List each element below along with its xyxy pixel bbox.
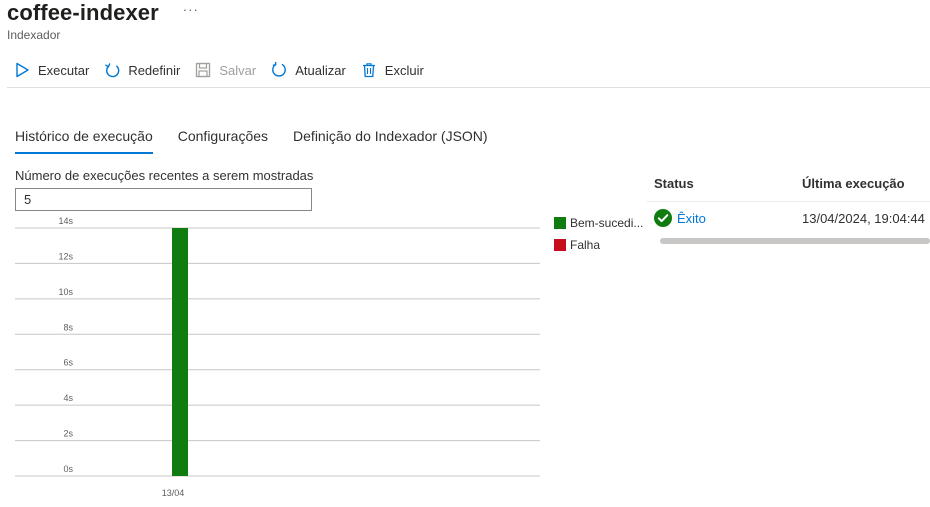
legend-label-success: Bem-sucedi...: [570, 216, 644, 230]
delete-label: Excluir: [384, 62, 424, 78]
y-tick-label: 14s: [58, 216, 73, 226]
toolbar-divider: [7, 87, 930, 88]
success-check-icon: [654, 209, 672, 227]
legend-swatch-failure: [554, 239, 566, 251]
tab-settings[interactable]: Configurações: [178, 128, 268, 154]
save-label: Salvar: [219, 62, 257, 78]
table-row-status: Êxito: [654, 209, 706, 227]
page-subtitle: Indexador: [7, 28, 61, 42]
legend-label-failure: Falha: [570, 238, 601, 252]
save-button[interactable]: Salvar: [195, 62, 256, 78]
column-header-last-run[interactable]: Última execução: [802, 176, 905, 191]
recent-runs-label: Número de execuções recentes a serem mos…: [15, 168, 314, 183]
more-options-button[interactable]: ···: [183, 2, 199, 17]
play-icon: [16, 62, 29, 78]
y-tick-label: 2s: [63, 429, 73, 439]
horizontal-scrollbar[interactable]: [660, 238, 930, 244]
legend-item-failure[interactable]: Falha: [554, 238, 643, 252]
column-header-status[interactable]: Status: [654, 176, 694, 191]
y-tick-label: 8s: [63, 322, 73, 332]
command-bar: Executar Redefinir Salvar Atualizar Excl…: [14, 60, 439, 80]
y-tick-label: 12s: [58, 251, 73, 261]
recent-runs-input[interactable]: [15, 188, 312, 211]
refresh-button[interactable]: Atualizar: [271, 62, 346, 78]
legend-swatch-success: [554, 217, 566, 229]
y-tick-label: 10s: [58, 287, 73, 297]
y-tick-label: 0s: [63, 464, 73, 474]
legend-item-success[interactable]: Bem-sucedi...: [554, 216, 643, 230]
chart-legend: Bem-sucedi... Falha: [554, 216, 643, 260]
execution-history-chart: 0s 2s 4s 6s 8s 10s 12s 14s 13/04: [15, 216, 540, 498]
run-label: Executar: [38, 62, 90, 78]
page-title: coffee-indexer: [7, 0, 159, 25]
delete-button[interactable]: Excluir: [361, 62, 424, 78]
tab-indexer-definition-json[interactable]: Definição do Indexador (JSON): [293, 128, 488, 154]
title-row: coffee-indexer ···: [7, 0, 199, 26]
reset-button[interactable]: Redefinir: [104, 62, 180, 78]
reset-icon: [105, 63, 120, 78]
trash-icon: [362, 63, 375, 78]
refresh-icon: [272, 62, 287, 77]
reset-label: Redefinir: [128, 62, 181, 78]
tab-execution-history[interactable]: Histórico de execução: [15, 128, 153, 154]
save-icon: [196, 62, 211, 78]
refresh-label: Atualizar: [295, 62, 346, 78]
y-tick-label: 6s: [63, 358, 73, 368]
tab-list: Histórico de execução Configurações Defi…: [15, 128, 513, 154]
y-tick-label: 4s: [63, 393, 73, 403]
x-tick-label: 13/04: [162, 488, 185, 498]
table-row-last-run: 13/04/2024, 19:04:44: [802, 211, 925, 226]
table-header-divider: [647, 201, 930, 202]
bar-bemsucedi[interactable]: [172, 228, 188, 476]
status-link[interactable]: Êxito: [677, 211, 706, 226]
run-button[interactable]: Executar: [14, 62, 89, 78]
